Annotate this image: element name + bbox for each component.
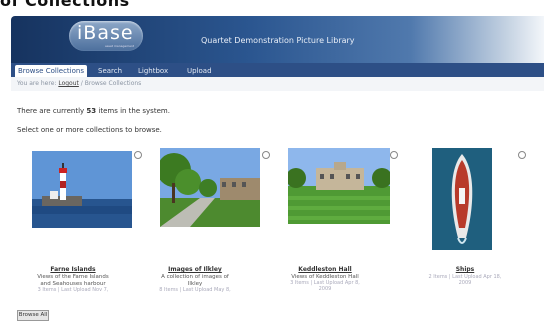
collection-tile-images-of-ilkley[interactable]: Images of Ilkley A collection of images … xyxy=(140,148,270,298)
browse-all-button[interactable]: Browse All xyxy=(17,310,49,321)
collection-meta: 3 Items | Last Upload Nov 7, xyxy=(37,287,109,293)
select-checkbox-images-of-ilkley[interactable] xyxy=(262,151,270,159)
breadcrumb-current: Browse Collections xyxy=(84,80,142,87)
select-instruction: Select one or more collections to browse… xyxy=(17,126,162,134)
collection-tile-farne-islands[interactable]: Farne Islands Views of the Farne Islands… xyxy=(18,148,142,298)
breadcrumb: You are here: Logout / Browse Collection… xyxy=(17,80,141,87)
select-checkbox-ships[interactable] xyxy=(518,151,526,159)
meta-line: 2009 xyxy=(458,280,472,286)
select-checkbox-keddleston-hall[interactable] xyxy=(390,151,398,159)
logo-subtext: asset management xyxy=(105,44,135,48)
collection-title[interactable]: Farne Islands xyxy=(18,266,128,273)
collection-title[interactable]: Ships xyxy=(410,266,520,273)
logo-text: iBase xyxy=(77,22,134,44)
keddleston-hall-thumbnail[interactable] xyxy=(288,148,390,224)
collection-title[interactable]: Images of Ilkley xyxy=(140,266,250,273)
collection-tile-ships[interactable]: Ships 2 Items | Last Upload Apr 18, 2009 xyxy=(410,148,526,298)
item-count-message: There are currently 53 items in the syst… xyxy=(17,107,170,115)
collection-description: Views of the Farne Islands and Seahouses… xyxy=(18,274,128,287)
ibase-logo[interactable]: iBase asset management xyxy=(69,21,143,51)
count-prefix: There are currently xyxy=(17,107,85,115)
logout-link[interactable]: Logout xyxy=(58,80,79,87)
collection-description: A collection of images of Ilkley xyxy=(140,274,250,287)
page-heading: of Collections xyxy=(0,0,130,10)
ilkley-thumbnail[interactable] xyxy=(160,148,260,227)
item-count: 53 xyxy=(86,107,97,115)
collection-meta: 3 Items | Last Upload Apr 8, 2009 xyxy=(270,280,380,292)
count-suffix: items in the system. xyxy=(98,107,170,115)
header-banner: iBase asset management Quartet Demonstra… xyxy=(11,16,544,63)
ships-thumbnail[interactable] xyxy=(432,148,492,250)
collection-meta: 8 Items | Last Upload May 8, xyxy=(159,287,231,293)
breadcrumb-prefix: You are here: xyxy=(17,80,57,87)
collection-title[interactable]: Keddleston Hall xyxy=(270,266,380,273)
collection-tile-keddleston-hall[interactable]: Keddleston Hall Views of Keddleston Hall… xyxy=(270,148,398,298)
main-nav: Browse Collections Search Lightbox Uploa… xyxy=(11,63,544,78)
breadcrumb-separator: / xyxy=(80,80,83,87)
site-title: Quartet Demonstration Picture Library xyxy=(201,36,355,45)
meta-line: 2009 xyxy=(318,286,332,292)
farne-islands-thumbnail[interactable] xyxy=(32,151,132,228)
collection-meta: 2 Items | Last Upload Apr 18, 2009 xyxy=(410,274,520,286)
